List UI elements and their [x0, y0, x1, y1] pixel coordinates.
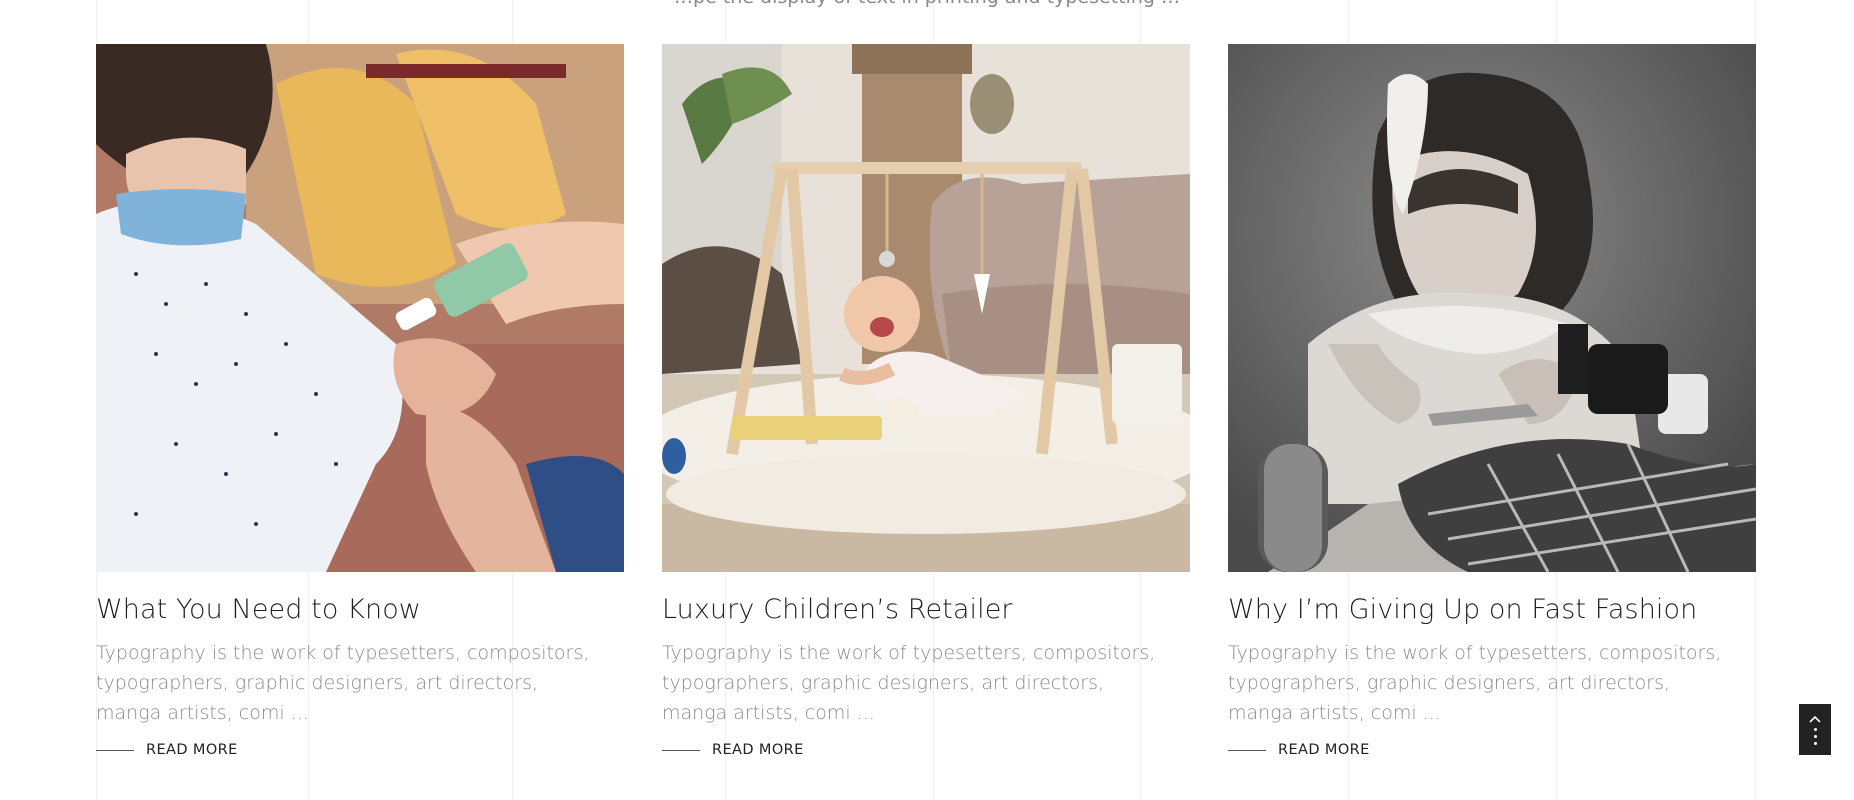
post-excerpt: Typography is the work of typesetters, c…: [96, 642, 590, 724]
read-more-link[interactable]: READ MORE: [1228, 740, 1756, 760]
read-more-dash: [662, 749, 700, 751]
post-image-link[interactable]: [96, 44, 624, 572]
post-excerpt: Typography is the work of typesetters, c…: [662, 642, 1156, 724]
read-more-link[interactable]: READ MORE: [662, 740, 1190, 760]
post-title[interactable]: What You Need to Know: [96, 590, 624, 630]
back-to-top-button[interactable]: [1799, 704, 1831, 755]
chevron-up-icon: [1809, 714, 1821, 724]
read-more-label: READ MORE: [146, 742, 238, 758]
post-title[interactable]: Why I’m Giving Up on Fast Fashion: [1228, 590, 1756, 630]
blog-post-card: What You Need to Know Typography is the …: [96, 44, 624, 760]
post-excerpt: Typography is the work of typesetters, c…: [1228, 642, 1722, 724]
post-image: [1228, 44, 1756, 572]
section-subtitle: …pe the display of text in printing and …: [0, 0, 1854, 8]
read-more-link[interactable]: READ MORE: [96, 740, 624, 760]
post-image-link[interactable]: [662, 44, 1190, 572]
read-more-dash: [96, 749, 134, 751]
more-dots-icon: [1813, 728, 1817, 745]
blog-post-card: Luxury Children’s Retailer Typography is…: [662, 44, 1190, 760]
post-image: [96, 44, 624, 572]
read-more-dash: [1228, 749, 1266, 751]
post-image-link[interactable]: [1228, 44, 1756, 572]
post-image: [662, 44, 1190, 572]
blog-post-card: Why I’m Giving Up on Fast Fashion Typogr…: [1228, 44, 1756, 760]
read-more-label: READ MORE: [712, 742, 804, 758]
post-title[interactable]: Luxury Children’s Retailer: [662, 590, 1190, 630]
read-more-label: READ MORE: [1278, 742, 1370, 758]
